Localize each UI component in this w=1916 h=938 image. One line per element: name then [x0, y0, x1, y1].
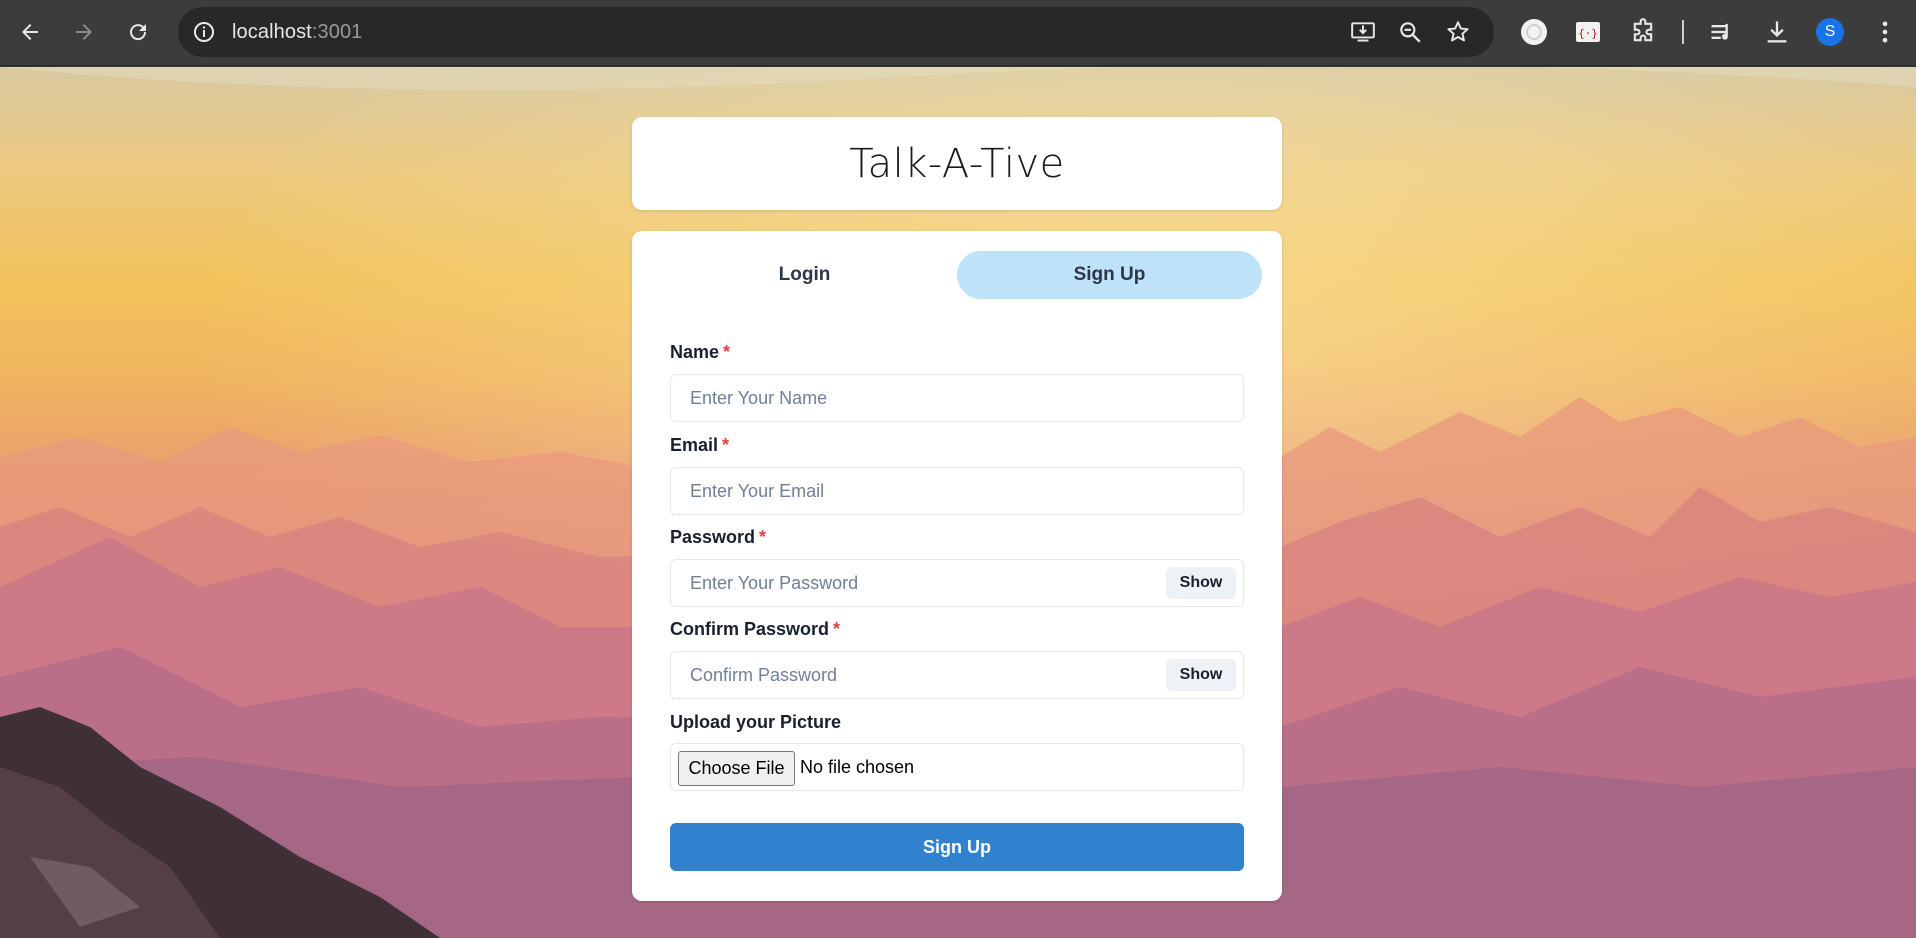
page-background: Talk-A-Tive Login Sign Up Name* Email* P…: [0, 67, 1916, 938]
signup-submit-button[interactable]: Sign Up: [670, 823, 1244, 871]
name-label: Name *: [670, 342, 731, 362]
address-bar[interactable]: localhost:3001: [178, 7, 1494, 57]
media-queue-icon[interactable]: [1705, 15, 1739, 49]
auth-form-card: Login Sign Up Name* Email* Password* Sho…: [632, 231, 1282, 901]
choose-file-button[interactable]: Choose File: [678, 751, 795, 786]
email-field[interactable]: [670, 467, 1244, 515]
name-input[interactable]: [671, 375, 1243, 421]
forward-arrow-icon[interactable]: [64, 12, 104, 52]
name-field[interactable]: [670, 374, 1244, 422]
zoom-icon[interactable]: [1397, 19, 1423, 45]
password-label: Password *: [670, 527, 767, 547]
confirm-password-input[interactable]: [671, 652, 1243, 698]
file-upload-field[interactable]: Choose File No file chosen: [670, 743, 1244, 791]
password-show-button[interactable]: Show: [1166, 567, 1236, 599]
password-input[interactable]: [671, 560, 1243, 606]
extension-devtools-icon[interactable]: {·}: [1571, 15, 1605, 49]
password-field[interactable]: Show: [670, 559, 1244, 607]
app-title: Talk-A-Tive: [849, 140, 1065, 187]
reload-icon[interactable]: [118, 12, 158, 52]
app-title-card: Talk-A-Tive: [632, 117, 1282, 210]
confirm-password-field[interactable]: Show: [670, 651, 1244, 699]
email-label: Email *: [670, 435, 730, 455]
browser-toolbar: localhost:3001 {·} S: [0, 0, 1916, 66]
downloads-icon[interactable]: [1760, 15, 1794, 49]
upload-picture-label: Upload your Picture: [670, 712, 842, 732]
email-input[interactable]: [671, 468, 1243, 514]
menu-dots-icon[interactable]: [1868, 15, 1902, 49]
toolbar-divider: [1682, 20, 1684, 44]
install-app-icon[interactable]: [1350, 19, 1376, 45]
extension-icon[interactable]: [1517, 15, 1551, 49]
profile-avatar[interactable]: S: [1816, 18, 1844, 46]
tab-login[interactable]: Login: [652, 251, 957, 299]
site-info-icon[interactable]: [192, 20, 216, 44]
back-arrow-icon[interactable]: [10, 12, 50, 52]
extensions-puzzle-icon[interactable]: [1626, 15, 1660, 49]
confirm-password-label: Confirm Password *: [670, 619, 841, 639]
svg-text:{·}: {·}: [1578, 27, 1598, 40]
tab-signup[interactable]: Sign Up: [957, 251, 1262, 299]
file-status-text: No file chosen: [800, 757, 915, 777]
url-text[interactable]: localhost:3001: [232, 21, 362, 44]
bookmark-star-icon[interactable]: [1445, 19, 1471, 45]
confirm-password-show-button[interactable]: Show: [1166, 659, 1236, 691]
